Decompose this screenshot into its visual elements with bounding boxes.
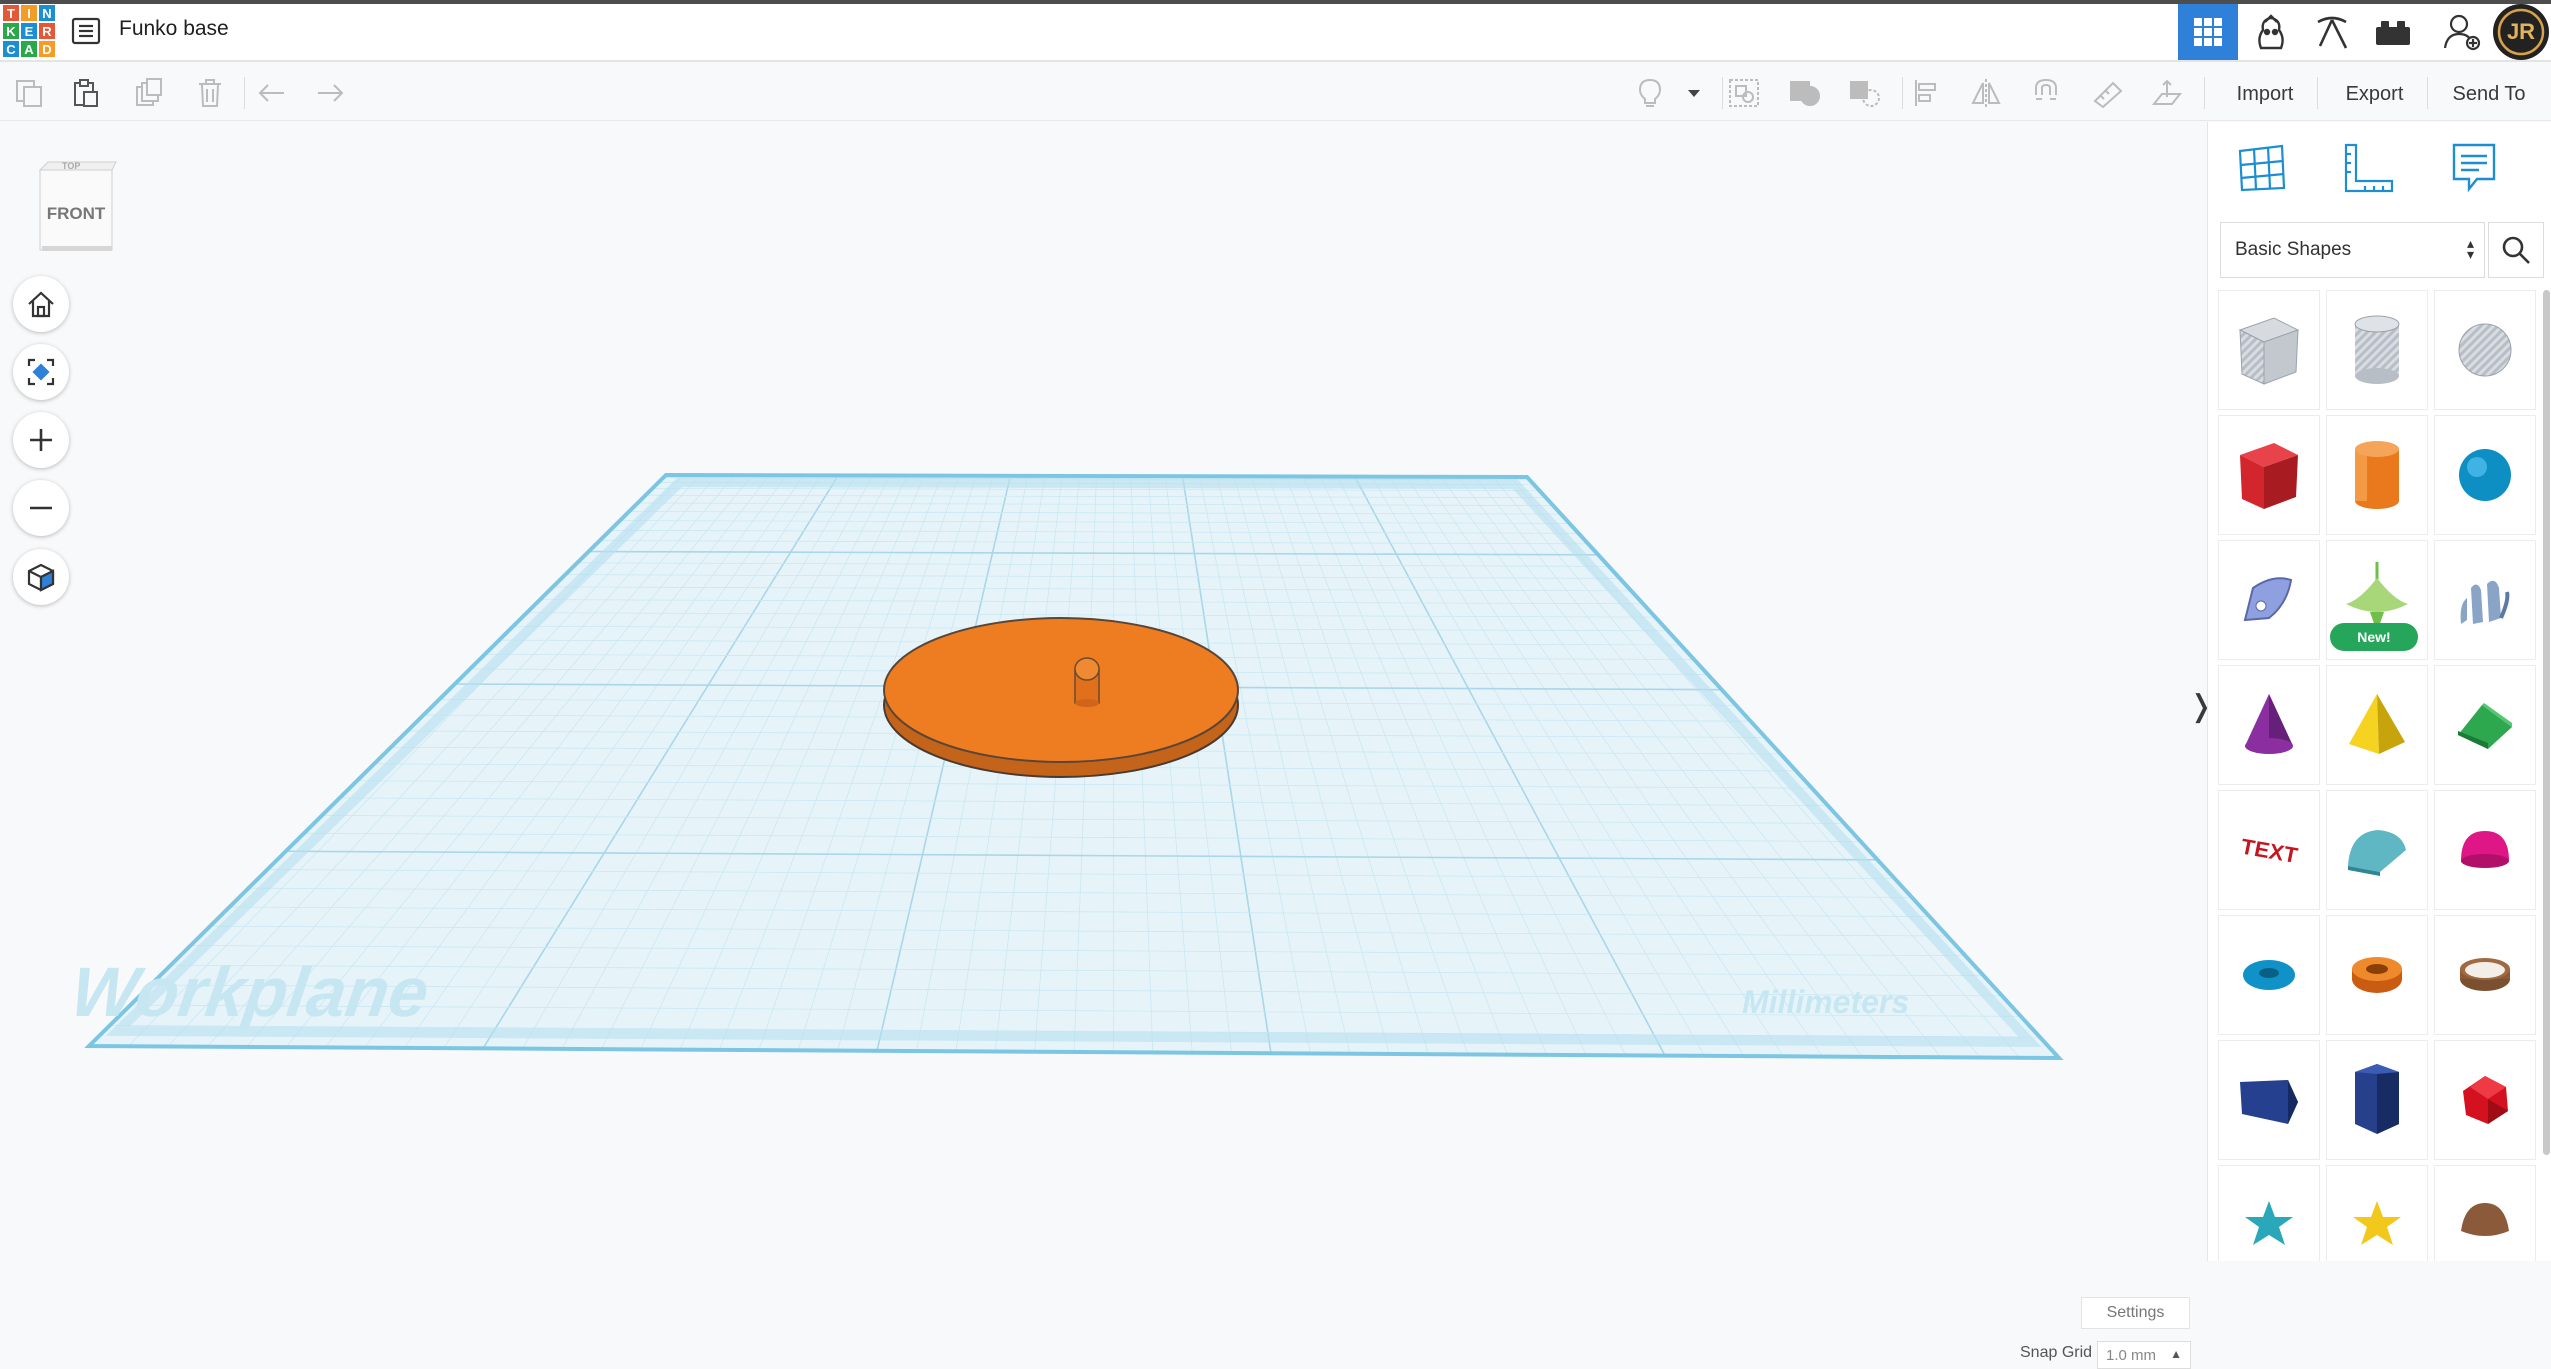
design-list-icon[interactable] (70, 16, 102, 46)
top-bar: T I N K E R C A D Funko base JR (0, 0, 2551, 62)
home-icon[interactable] (13, 276, 69, 332)
delete-icon[interactable] (190, 73, 230, 113)
new-badge: New! (2330, 623, 2418, 651)
workplane-grid-icon[interactable] (2232, 138, 2292, 198)
fit-view-icon[interactable] (13, 344, 69, 400)
text-shape-label: TEXT (2241, 834, 2300, 869)
ruler-icon[interactable] (2088, 73, 2128, 113)
mirror-icon[interactable] (1966, 73, 2006, 113)
shape-pyramid[interactable] (2326, 665, 2428, 785)
panel-scrollbar[interactable] (2543, 290, 2550, 1155)
toolbar: Import Export Send To (0, 63, 2551, 121)
logo-letter: A (20, 40, 38, 58)
document-title[interactable]: Funko base (119, 17, 229, 41)
shape-roof[interactable] (2434, 665, 2536, 785)
magnet-icon[interactable] (2026, 73, 2066, 113)
shape-cone[interactable] (2218, 665, 2320, 785)
search-icon[interactable] (2488, 222, 2544, 278)
funko-base-disc[interactable] (884, 618, 1238, 777)
shape-category-select[interactable]: Basic Shapes ▴▾ (2220, 222, 2485, 278)
duplicate-icon[interactable] (129, 73, 169, 113)
settings-button[interactable]: Settings (2081, 1297, 2190, 1329)
shape-spinner[interactable]: New! (2326, 540, 2428, 660)
shape-half-sphere[interactable] (2434, 790, 2536, 910)
logo-letter: R (38, 22, 56, 40)
shape-torus[interactable] (2218, 915, 2320, 1035)
workplane-tool-icon[interactable] (2147, 73, 2187, 113)
bricks-icon[interactable] (2363, 4, 2423, 60)
add-user-icon[interactable] (2432, 4, 2492, 60)
paste-icon[interactable] (66, 73, 106, 113)
export-button[interactable]: Export (2328, 75, 2421, 113)
view-cube[interactable]: TOP FRONT (36, 160, 118, 252)
shape-wedge[interactable] (2218, 1040, 2320, 1160)
shape-cylinder[interactable] (2326, 415, 2428, 535)
3d-canvas[interactable]: Workplane Millimeters TOP FRONT (0, 122, 2207, 1261)
logo-letter: E (20, 22, 38, 40)
shape-scribble[interactable] (2218, 540, 2320, 660)
zoom-out-icon[interactable] (13, 480, 69, 536)
shape-star[interactable] (2218, 1165, 2320, 1261)
projection-cube-icon[interactable] (13, 549, 69, 605)
shape-ring[interactable] (2434, 915, 2536, 1035)
workplane-label: Workplane (66, 952, 434, 1031)
shape-polyhedron[interactable] (2434, 1040, 2536, 1160)
shape-hexagonal-prism[interactable] (2326, 1040, 2428, 1160)
shape-box[interactable] (2218, 415, 2320, 535)
shape-paraboloid[interactable] (2434, 1165, 2536, 1261)
group-icon[interactable] (1724, 73, 1764, 113)
pickaxe-icon[interactable] (2302, 4, 2362, 60)
tinkercad-logo[interactable]: T I N K E R C A D (2, 4, 56, 58)
hole-icon[interactable] (1845, 73, 1885, 113)
shape-round-roof[interactable] (2326, 790, 2428, 910)
shapes-panel: Basic Shapes ▴▾ New! (2207, 122, 2551, 1261)
logo-letter: N (38, 4, 56, 22)
peg-cylinder[interactable] (1075, 658, 1099, 707)
units-label: Millimeters (1742, 984, 1909, 1020)
align-icon[interactable] (1907, 73, 1947, 113)
shape-category-value: Basic Shapes (2235, 239, 2351, 261)
shape-star[interactable] (2326, 1165, 2428, 1261)
snap-grid-select[interactable]: 1.0 mm ▲ (2097, 1341, 2191, 1369)
shape-sphere-hole[interactable] (2434, 290, 2536, 410)
dropdown-arrow-icon[interactable] (1674, 73, 1714, 113)
undo-icon[interactable] (252, 73, 292, 113)
zoom-in-icon[interactable] (13, 412, 69, 468)
copy-icon[interactable] (9, 73, 49, 113)
shape-cylinder-hole[interactable] (2326, 290, 2428, 410)
avatar-initials: JR (2491, 4, 2551, 60)
view-cube-top-label: TOP (62, 161, 80, 171)
notes-icon[interactable] (2444, 138, 2504, 198)
caret-up-icon: ▲ (2170, 1347, 2182, 1361)
shape-sphere[interactable] (2434, 415, 2536, 535)
shape-grid: New! TEXT (2218, 290, 2542, 1261)
workplane-scene[interactable]: Workplane Millimeters (0, 122, 2207, 1261)
redo-icon[interactable] (310, 73, 350, 113)
union-icon[interactable] (1785, 73, 1825, 113)
snap-grid-value: 1.0 mm (2106, 1347, 2156, 1364)
snap-grid-label: Snap Grid (2020, 1344, 2092, 1362)
shape-text[interactable]: TEXT (2218, 790, 2320, 910)
ruler-corner-icon[interactable] (2339, 138, 2399, 198)
view-cube-front-label: FRONT (40, 204, 112, 224)
logo-letter: I (20, 4, 38, 22)
logo-letter: T (2, 4, 20, 22)
blocks-icon[interactable] (2241, 4, 2301, 60)
logo-letter: D (38, 40, 56, 58)
shape-box-hole[interactable] (2218, 290, 2320, 410)
shape-shape-generator[interactable] (2434, 540, 2536, 660)
logo-letter: K (2, 22, 20, 40)
import-button[interactable]: Import (2218, 75, 2312, 113)
logo-letter: C (2, 40, 20, 58)
shape-tube[interactable] (2326, 915, 2428, 1035)
updown-arrow-icon: ▴▾ (2467, 238, 2474, 260)
light-bulb-icon[interactable] (1630, 73, 1670, 113)
3d-design-view-icon[interactable] (2178, 4, 2238, 60)
user-avatar[interactable]: JR (2491, 4, 2551, 60)
send-to-button[interactable]: Send To (2436, 75, 2542, 113)
